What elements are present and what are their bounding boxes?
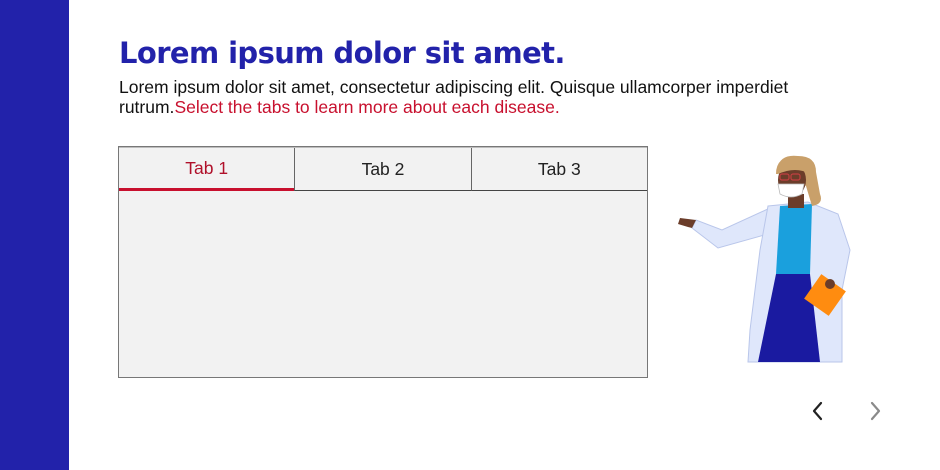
previous-button[interactable] <box>803 396 833 426</box>
side-bar <box>0 0 69 470</box>
next-button[interactable] <box>860 396 890 426</box>
chevron-right-icon <box>870 401 881 421</box>
tab-2[interactable]: Tab 2 <box>294 148 471 191</box>
page-title: Lorem ipsum dolor sit amet. <box>119 36 565 70</box>
doctor-illustration <box>678 155 851 363</box>
instruction-text: Select the tabs to learn more about each… <box>174 97 560 117</box>
chevron-left-icon <box>812 401 823 421</box>
tabs-widget: Tab 1 Tab 2 Tab 3 <box>118 146 648 378</box>
tab-3[interactable]: Tab 3 <box>470 148 647 191</box>
tab-1[interactable]: Tab 1 <box>119 148 295 191</box>
tab-list: Tab 1 Tab 2 Tab 3 <box>119 147 647 191</box>
tab-panel <box>119 191 647 378</box>
page-description: Lorem ipsum dolor sit amet, consectetur … <box>119 77 819 117</box>
